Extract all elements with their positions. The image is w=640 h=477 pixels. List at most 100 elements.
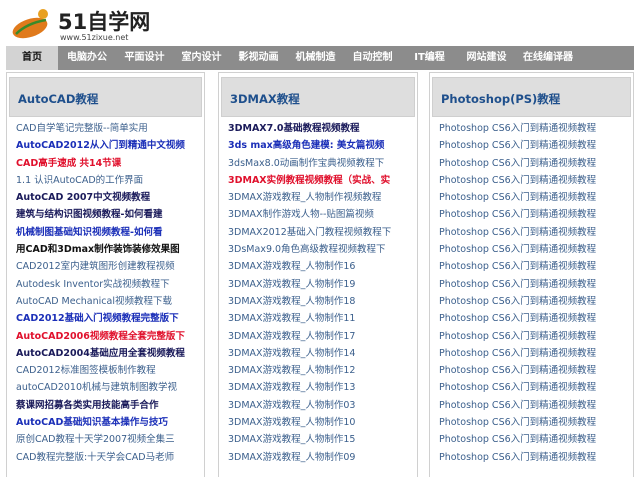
tutorial-list: CAD自学笔记完整版--简单实用 AutoCAD2012从入门到精通中文视频 CAD… — [16, 120, 202, 466]
list-item: Photoshop CS6入门到精通视频教程 — [439, 310, 631, 327]
tutorial-link[interactable]: Photoshop CS6入门到精通视频教程 — [439, 123, 596, 134]
nav-item-web-building[interactable]: 网站建设 — [458, 46, 515, 70]
list-item: 3DsMax9.0角色高级教程视频教程下 — [228, 241, 415, 258]
tutorial-link[interactable]: 3DMAX游戏教程_人物制作03 — [228, 400, 355, 411]
list-item: 3dsMax8.0动画制作宝典视频教程下 — [228, 155, 415, 172]
tutorial-link[interactable]: CAD2012标准图签模板制作教程 — [16, 365, 156, 376]
tutorial-link[interactable]: Photoshop CS6入门到精通视频教程 — [439, 331, 596, 342]
tutorial-list: Photoshop CS6入门到精通视频教程 Photoshop CS6入门到精通… — [439, 120, 631, 466]
tutorial-link[interactable]: 3DMAX7.0基础教程视频教程 — [228, 123, 359, 134]
nav-item-automation[interactable]: 自动控制 — [344, 46, 401, 70]
list-item: 3DMAX游戏教程_人物制作18 — [228, 293, 415, 310]
list-item: 蔡课网招募各类实用技能高手合作 — [16, 397, 202, 414]
list-item: CAD自学笔记完整版--简单实用 — [16, 120, 202, 137]
tutorial-link[interactable]: Photoshop CS6入门到精通视频教程 — [439, 140, 596, 151]
tutorial-link[interactable]: Photoshop CS6入门到精通视频教程 — [439, 227, 596, 238]
list-item: 3DMAX游戏教程_人物制作10 — [228, 414, 415, 431]
tutorial-link[interactable]: Photoshop CS6入门到精通视频教程 — [439, 244, 596, 255]
tutorial-link[interactable]: Photoshop CS6入门到精通视频教程 — [439, 400, 596, 411]
tutorial-link[interactable]: Photoshop CS6入门到精通视频教程 — [439, 279, 596, 290]
tutorial-link[interactable]: CAD2012基础入门视频教程完整版下 — [16, 313, 179, 324]
tutorial-link[interactable]: 3DMAX游戏教程_人物制作15 — [228, 434, 355, 445]
tutorial-link[interactable]: Autodesk Inventor实战视频教程下 — [16, 279, 170, 290]
list-item: Photoshop CS6入门到精通视频教程 — [439, 241, 631, 258]
list-item: CAD2012室内建筑图形创建教程视频 — [16, 258, 202, 275]
tutorial-link[interactable]: 3DMAX实例教程视频教程（实战、实 — [228, 175, 390, 186]
tutorial-link[interactable]: 3DMAX游戏教程_人物制作视频教程 — [228, 192, 381, 203]
column-title[interactable]: Photoshop(PS)教程 — [441, 91, 560, 107]
nav-item-animation[interactable]: 影视动画 — [230, 46, 287, 70]
tutorial-link[interactable]: 3dsMax8.0动画制作宝典视频教程下 — [228, 158, 384, 169]
tutorial-link[interactable]: CAD2012室内建筑图形创建教程视频 — [16, 261, 175, 272]
tutorial-link[interactable]: AutoCAD2012从入门到精通中文视频 — [16, 140, 185, 151]
list-item: Photoshop CS6入门到精通视频教程 — [439, 379, 631, 396]
list-item: 1.1 认识AutoCAD的工作界面 — [16, 172, 202, 189]
tutorial-link[interactable]: 3DMAX游戏教程_人物制作13 — [228, 382, 355, 393]
tutorial-link[interactable]: 3DMAX游戏教程_人物制作19 — [228, 279, 355, 290]
list-item: 3DMAX制作游戏人物--贴图篇视频 — [228, 206, 415, 223]
tutorial-link[interactable]: Photoshop CS6入门到精通视频教程 — [439, 382, 596, 393]
tutorial-link[interactable]: 3DMAX游戏教程_人物制作14 — [228, 348, 355, 359]
tutorial-link[interactable]: Photoshop CS6入门到精通视频教程 — [439, 313, 596, 324]
nav-item-interior-design[interactable]: 室内设计 — [173, 46, 230, 70]
tutorial-link[interactable]: Photoshop CS6入门到精通视频教程 — [439, 296, 596, 307]
nav-item-it-programming[interactable]: IT编程 — [401, 46, 458, 70]
list-item: 建筑与结构识图视频教程-如何看建 — [16, 206, 202, 223]
list-item: Photoshop CS6入门到精通视频教程 — [439, 276, 631, 293]
tutorial-link[interactable]: 3DMAX游戏教程_人物制作09 — [228, 452, 355, 463]
tutorial-link[interactable]: AutoCAD 2007中文视频教程 — [16, 192, 150, 203]
tutorial-link[interactable]: AutoCAD Mechanical视频教程下载 — [16, 296, 172, 307]
tutorial-link[interactable]: CAD高手速成 共14节课 — [16, 158, 121, 169]
tutorial-link[interactable]: 3DMAX游戏教程_人物制作12 — [228, 365, 355, 376]
nav-item-office[interactable]: 电脑办公 — [58, 46, 116, 70]
tutorial-link[interactable]: Photoshop CS6入门到精通视频教程 — [439, 175, 596, 186]
list-item: 3DMAX2012基础入门教程视频教程下 — [228, 224, 415, 241]
tutorial-link[interactable]: 3DMAX制作游戏人物--贴图篇视频 — [228, 209, 374, 220]
tutorial-link[interactable]: 机械制图基础知识视频教程-如何看 — [16, 227, 162, 238]
tutorial-link[interactable]: 蔡课网招募各类实用技能高手合作 — [16, 400, 159, 411]
tutorial-link[interactable]: Photoshop CS6入门到精通视频教程 — [439, 417, 596, 428]
tutorial-link[interactable]: Photoshop CS6入门到精通视频教程 — [439, 261, 596, 272]
column-title[interactable]: AutoCAD教程 — [18, 91, 98, 107]
tutorial-link[interactable]: 3DMAX游戏教程_人物制作18 — [228, 296, 355, 307]
list-item: 3DMAX游戏教程_人物制作12 — [228, 362, 415, 379]
tutorial-link[interactable]: CAD自学笔记完整版--简单实用 — [16, 123, 148, 134]
tutorial-link[interactable]: Photoshop CS6入门到精通视频教程 — [439, 192, 596, 203]
main-nav: 首页 电脑办公 平面设计 室内设计 影视动画 机械制造 自动控制 IT编程 网站… — [6, 46, 634, 70]
tutorial-link[interactable]: Photoshop CS6入门到精通视频教程 — [439, 348, 596, 359]
nav-item-mechanical[interactable]: 机械制造 — [287, 46, 344, 70]
site-logo[interactable]: 51自学网 www.51zixue.net — [10, 4, 160, 44]
list-item: 原创CAD教程十天学2007视频全集三 — [16, 431, 202, 448]
tutorial-link[interactable]: 3ds max高级角色建模: 美女篇视频 — [228, 140, 384, 151]
tutorial-link[interactable]: CAD教程完整版:十天学会CAD马老师 — [16, 452, 174, 463]
tutorial-link[interactable]: Photoshop CS6入门到精通视频教程 — [439, 158, 596, 169]
tutorial-link[interactable]: 3DMAX游戏教程_人物制作10 — [228, 417, 355, 428]
list-item: 3DMAX游戏教程_人物制作19 — [228, 276, 415, 293]
list-item: Photoshop CS6入门到精通视频教程 — [439, 206, 631, 223]
tutorial-link[interactable]: Photoshop CS6入门到精通视频教程 — [439, 209, 596, 220]
nav-item-graphic-design[interactable]: 平面设计 — [116, 46, 173, 70]
tutorial-link[interactable]: 1.1 认识AutoCAD的工作界面 — [16, 175, 143, 186]
tutorial-link[interactable]: 3DsMax9.0角色高级教程视频教程下 — [228, 244, 386, 255]
tutorial-link[interactable]: AutoCAD2006视频教程全套完整版下 — [16, 331, 185, 342]
nav-item-home[interactable]: 首页 — [6, 46, 58, 70]
tutorial-link[interactable]: 原创CAD教程十天学2007视频全集三 — [16, 434, 175, 445]
tutorial-link[interactable]: 用CAD和3Dmax制作装饰装修效果图 — [16, 244, 180, 255]
tutorial-link[interactable]: AutoCAD2004基础应用全套视频教程 — [16, 348, 185, 359]
list-item: Photoshop CS6入门到精通视频教程 — [439, 449, 631, 466]
tutorial-link[interactable]: AutoCAD基础知识基本操作与技巧 — [16, 417, 168, 428]
column-title[interactable]: 3DMAX教程 — [230, 91, 300, 107]
tutorial-link[interactable]: Photoshop CS6入门到精通视频教程 — [439, 365, 596, 376]
list-item: Photoshop CS6入门到精通视频教程 — [439, 137, 631, 154]
tutorial-link[interactable]: autoCAD2010机械与建筑制图教学视 — [16, 382, 177, 393]
tutorial-link[interactable]: Photoshop CS6入门到精通视频教程 — [439, 434, 596, 445]
tutorial-link[interactable]: 3DMAX游戏教程_人物制作16 — [228, 261, 355, 272]
tutorial-link[interactable]: Photoshop CS6入门到精通视频教程 — [439, 452, 596, 463]
tutorial-link[interactable]: 建筑与结构识图视频教程-如何看建 — [16, 209, 162, 220]
tutorial-link[interactable]: 3DMAX2012基础入门教程视频教程下 — [228, 227, 391, 238]
tutorial-link[interactable]: 3DMAX游戏教程_人物制作11 — [228, 313, 355, 324]
list-item: 3DMAX游戏教程_人物制作16 — [228, 258, 415, 275]
tutorial-link[interactable]: 3DMAX游戏教程_人物制作17 — [228, 331, 355, 342]
nav-item-online-compiler[interactable]: 在线编译器 — [515, 46, 581, 70]
list-item: Photoshop CS6入门到精通视频教程 — [439, 414, 631, 431]
